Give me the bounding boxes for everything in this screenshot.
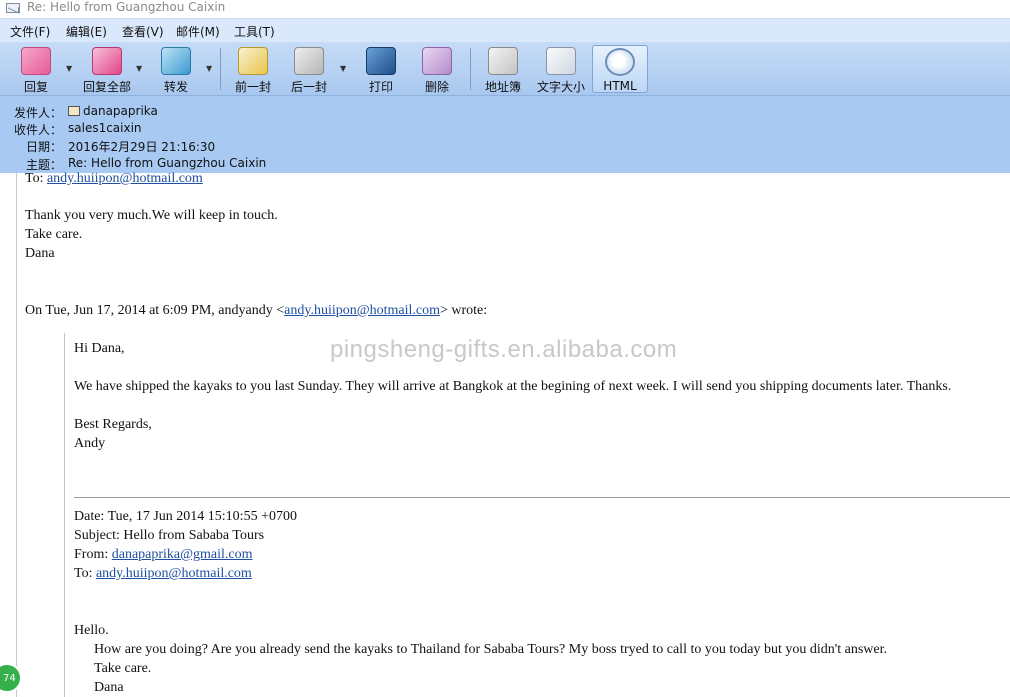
title-bar: Re: Hello from Guangzhou Caixin xyxy=(0,0,1010,18)
body-text: Take care. xyxy=(25,227,83,242)
toolbar-separator xyxy=(220,48,221,90)
print-button[interactable]: 打印 xyxy=(356,45,406,94)
mail-icon xyxy=(6,3,20,13)
orig-hello: Hello. xyxy=(74,623,109,638)
quote-regards: Best Regards, xyxy=(74,417,152,432)
address-book-button[interactable]: 地址簿 xyxy=(478,45,528,94)
email-link[interactable]: andy.huiipon@hotmail.com xyxy=(284,303,440,318)
next-dropdown-icon[interactable]: ▼ xyxy=(340,64,348,73)
orig-text: How are you doing? Are you already send … xyxy=(94,642,888,657)
from-label: 发件人： xyxy=(13,106,62,120)
quote-greeting: Hi Dana, xyxy=(74,341,125,356)
forward-dropdown-icon[interactable]: ▼ xyxy=(206,64,214,73)
menu-file[interactable]: 文件(F) xyxy=(10,23,50,40)
printer-icon xyxy=(366,47,396,75)
date-label: 日期： xyxy=(25,140,62,154)
toolbar: 回复 ▼ 回复全部 ▼ 转发 ▼ 前一封 后一封 ▼ 打印 删除 地址簿 文字大… xyxy=(0,42,1010,96)
window-title: Re: Hello from Guangzhou Caixin xyxy=(27,0,226,14)
message-body: To: andy.huiipon@hotmail.com Thank you v… xyxy=(0,171,1010,697)
message-header: 发件人： danapaprika 收件人： sales1caixin 日期： 2… xyxy=(0,96,1010,173)
left-border xyxy=(16,173,17,697)
menu-tools[interactable]: 工具(T) xyxy=(234,23,275,40)
orig-signature: Dana xyxy=(94,680,124,695)
orig-from: From: danapaprika@gmail.com xyxy=(74,547,253,562)
email-link[interactable]: andy.huiipon@hotmail.com xyxy=(47,171,203,186)
reply-dropdown-icon[interactable]: ▼ xyxy=(66,64,74,73)
font-size-icon xyxy=(546,47,576,75)
delete-icon xyxy=(422,47,452,75)
quote-signature: Andy xyxy=(74,436,106,451)
orig-subject: Subject: Hello from Sababa Tours xyxy=(74,528,265,543)
orig-date: Date: Tue, 17 Jun 2014 15:10:55 +0700 xyxy=(74,509,297,524)
reply-all-button[interactable]: 回复全部 xyxy=(78,45,136,94)
to-label: 收件人： xyxy=(13,123,62,137)
email-link[interactable]: danapaprika@gmail.com xyxy=(112,547,253,562)
from-value[interactable]: danapaprika xyxy=(68,104,158,118)
email-link[interactable]: andy.huiipon@hotmail.com xyxy=(96,566,252,581)
reply-all-icon xyxy=(92,47,122,75)
html-button[interactable]: HTML xyxy=(592,45,648,93)
quote-intro: On Tue, Jun 17, 2014 at 6:09 PM, andyand… xyxy=(25,303,488,318)
reply-all-dropdown-icon[interactable]: ▼ xyxy=(136,64,144,73)
forward-icon xyxy=(161,47,191,75)
subject-value: Re: Hello from Guangzhou Caixin xyxy=(68,156,267,170)
orig-take-care: Take care. xyxy=(94,661,152,676)
forward-button[interactable]: 转发 xyxy=(150,45,202,94)
menu-bar: 文件(F) 编辑(E) 查看(V) 邮件(M) 工具(T) xyxy=(0,18,1010,42)
body-text: Thank you very much.We will keep in touc… xyxy=(25,208,278,223)
menu-view[interactable]: 查看(V) xyxy=(122,23,164,40)
next-button[interactable]: 后一封 xyxy=(284,45,334,94)
previous-icon xyxy=(238,47,268,75)
reply-button[interactable]: 回复 xyxy=(10,45,62,94)
orig-to: To: andy.huiipon@hotmail.com xyxy=(74,566,252,581)
delete-button[interactable]: 删除 xyxy=(412,45,462,94)
to-line: To: andy.huiipon@hotmail.com xyxy=(25,171,203,186)
reply-icon xyxy=(21,47,51,75)
font-size-button[interactable]: 文字大小 xyxy=(534,45,588,94)
menu-mail[interactable]: 邮件(M) xyxy=(176,23,220,40)
quote-text: We have shipped the kayaks to you last S… xyxy=(74,379,952,394)
quote-bar xyxy=(64,333,65,697)
toolbar-separator xyxy=(470,48,471,90)
menu-edit[interactable]: 编辑(E) xyxy=(66,23,107,40)
divider xyxy=(74,497,1010,498)
html-icon xyxy=(605,48,635,76)
watermark: pingsheng-gifts.en.alibaba.com xyxy=(330,336,678,363)
next-icon xyxy=(294,47,324,75)
contact-icon xyxy=(68,106,80,116)
to-value[interactable]: sales1caixin xyxy=(68,121,142,135)
previous-button[interactable]: 前一封 xyxy=(228,45,278,94)
signature: Dana xyxy=(25,246,55,261)
address-book-icon xyxy=(488,47,518,75)
date-value: 2016年2月29日 21:16:30 xyxy=(68,140,216,154)
